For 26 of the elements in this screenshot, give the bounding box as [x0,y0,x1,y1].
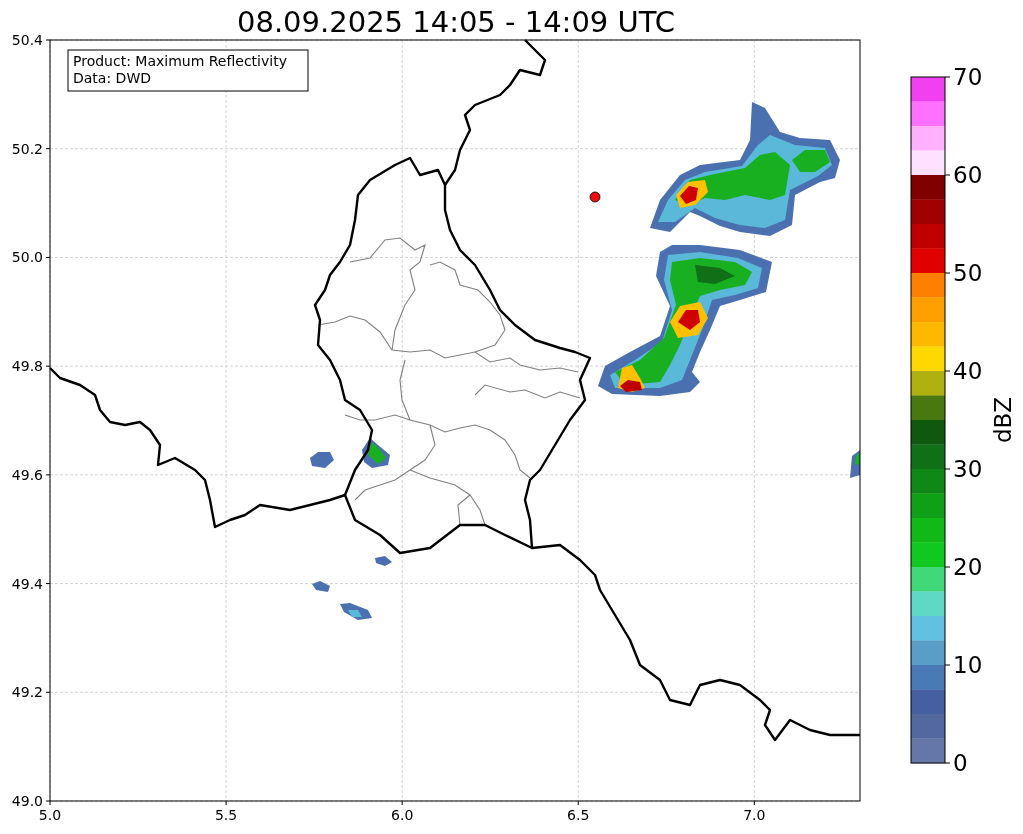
colorbar-tick-label: 30 [953,456,983,482]
colorbar-tick-label: 60 [953,162,983,188]
axis-tick-label: 6.0 [391,807,414,823]
colorbar-tick-label: 0 [953,750,968,776]
axis-tick-label: 50.2 [11,140,43,157]
axis-tick-label: 50.4 [11,32,43,48]
colorbar-tick-label: 20 [953,554,983,580]
axis-tick-label: 49.8 [11,358,43,375]
chart-title: 08.09.2025 14:05 - 14:09 UTC [237,5,675,39]
colorbar-label: dBZ [990,396,1016,444]
location-marker-icon [589,191,601,203]
colorbar-tick-label: 10 [953,652,983,678]
colorbar-tick-label: 50 [953,260,983,286]
axis-tick-label: 7.0 [743,807,766,823]
axis-tick-label: 5.5 [214,807,238,823]
axis-tick-label: 49.4 [11,575,43,592]
axis-tick-label: 50.0 [11,249,43,266]
axis-tick-label: 6.5 [567,807,590,823]
colorbar-tick-label: 40 [953,358,983,384]
info-text: Product: Maximum Reflectivity [73,53,287,69]
axis-tick-label: 49.0 [11,793,43,809]
axis-tick-label: 49.6 [11,466,43,483]
axis-tick-label: 49.2 [11,684,43,701]
info-text: Data: DWD [73,70,151,86]
colorbar-tick-label: 70 [953,64,983,90]
axis-tick-label: 5.0 [38,807,62,823]
